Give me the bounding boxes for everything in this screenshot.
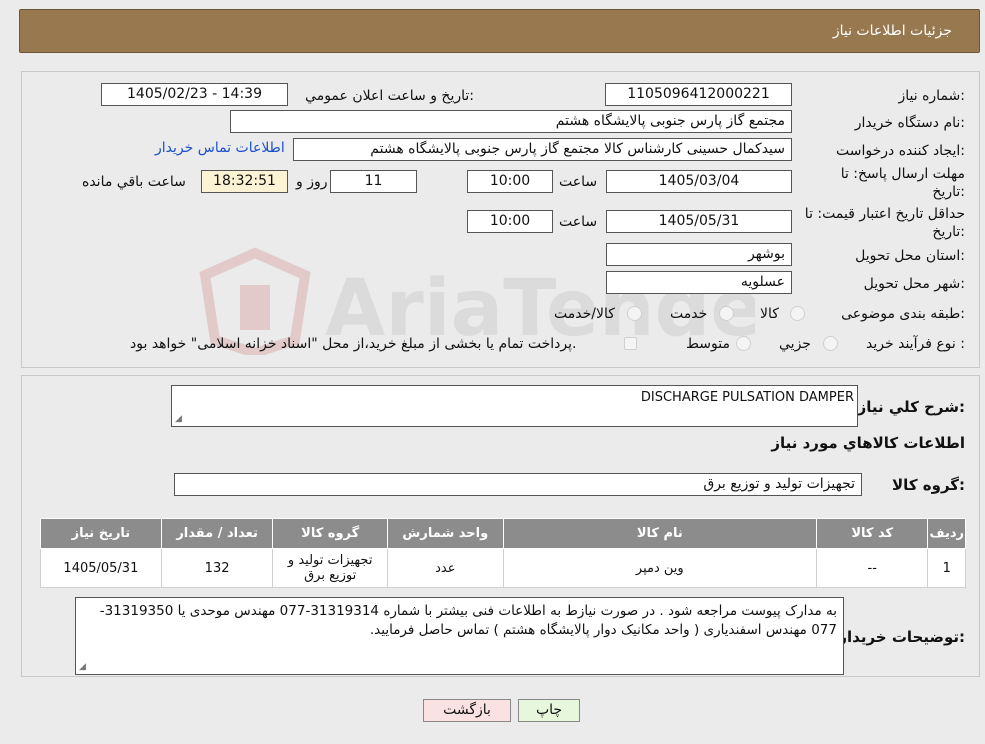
col-name: نام کالا	[502, 518, 817, 549]
col-group: گروه کالا	[272, 518, 388, 549]
resize-grip-icon: ◢	[175, 414, 182, 424]
table-header-row: ردیف کد کالا نام کالا واحد شمارش گروه کا…	[40, 518, 966, 549]
col-row: ردیف	[927, 518, 966, 549]
category-service-radio[interactable]	[719, 306, 734, 321]
remaining-label: ساعت باقي مانده	[82, 174, 186, 190]
items-title: اطلاعات کالاهاي مورد نیاز	[771, 434, 965, 452]
resize-grip-icon: ◢	[79, 662, 86, 672]
days-label: روز و	[296, 174, 328, 190]
treasury-note: پرداخت تمام یا بخشی از مبلغ خرید،از محل …	[130, 336, 577, 352]
process-minor-radio[interactable]	[823, 336, 838, 351]
notes-label: توضیحات خریدار:	[838, 628, 965, 646]
summary-label: شرح کلي نیاز:	[857, 398, 965, 416]
group-label: گروه کالا:	[892, 476, 965, 494]
summary-textarea[interactable]: DISCHARGE PULSATION DAMPER ◢	[171, 385, 858, 427]
print-button[interactable]: چاپ	[518, 699, 580, 722]
notes-text: به مدارک پیوست مراجعه شود . در صورت نیاز…	[99, 603, 837, 638]
process-label: نوع فرآیند خرید :	[866, 336, 965, 352]
col-date: تاریخ نیاز	[40, 518, 162, 549]
summary-text: DISCHARGE PULSATION DAMPER	[640, 390, 854, 405]
cell-group: تجهیزات تولید و توزیع برق	[272, 548, 388, 588]
validity-label-2: تاریخ:	[932, 224, 965, 240]
validity-date-field: 1405/05/31	[606, 210, 792, 233]
creator-field: سیدکمال حسینی کارشناس کالا مجتمع گاز پار…	[293, 138, 792, 161]
back-button[interactable]: بازگشت	[423, 699, 511, 722]
category-label: طبقه بندی موضوعی:	[841, 306, 965, 322]
announce-label: تاریخ و ساعت اعلان عمومي:	[305, 88, 474, 104]
buyer-org-field: مجتمع گاز پارس جنوبی پالایشگاه هشتم	[230, 110, 792, 133]
deadline-label: مهلت ارسال پاسخ: تا	[840, 166, 965, 182]
page-title: جزئیات اطلاعات نیاز	[832, 23, 952, 39]
buyer-contact-link[interactable]: اطلاعات تماس خریدار	[155, 140, 285, 156]
deadline-label-2: تاریخ:	[932, 184, 965, 200]
items-table: ردیف کد کالا نام کالا واحد شمارش گروه کا…	[40, 518, 966, 588]
category-both-radio[interactable]	[627, 306, 642, 321]
validity-label: حداقل تاریخ اعتبار قیمت: تا	[804, 206, 965, 222]
category-goods-radio[interactable]	[790, 306, 805, 321]
remaining-time-field: 18:32:51	[201, 170, 288, 193]
cell-group-line2: توزیع برق	[304, 568, 357, 583]
cell-unit: عدد	[386, 548, 504, 588]
need-number-field: 1105096412000221	[605, 83, 792, 106]
cell-code: --	[815, 548, 929, 588]
process-medium-label: متوسط	[686, 336, 730, 352]
notes-textarea[interactable]: به مدارک پیوست مراجعه شود . در صورت نیاز…	[75, 597, 844, 675]
table-row: 1 -- وین دمپر عدد تجهیزات تولید و توزیع …	[40, 548, 966, 588]
process-medium-radio[interactable]	[736, 336, 751, 351]
deadline-time-field: 10:00	[467, 170, 553, 193]
need-number-label: شماره نیاز:	[898, 88, 965, 104]
cell-row: 1	[927, 548, 966, 588]
announce-field: 1405/02/23 - 14:39	[101, 83, 288, 106]
cell-group-line1: تجهیزات تولید و	[287, 553, 373, 568]
treasury-checkbox[interactable]	[624, 337, 637, 350]
group-field: تجهیزات تولید و توزیع برق	[174, 473, 862, 496]
validity-time-label: ساعت	[559, 214, 598, 230]
category-both-label: کالا/خدمت	[554, 306, 615, 322]
city-label: شهر محل تحویل:	[863, 276, 965, 292]
category-goods-label: کالا	[760, 306, 779, 322]
deadline-date-field: 1405/03/04	[606, 170, 792, 193]
province-field: بوشهر	[606, 243, 792, 266]
cell-name: وین دمپر	[502, 548, 817, 588]
col-qty: تعداد / مقدار	[160, 518, 274, 549]
days-remaining-field: 11	[330, 170, 417, 193]
buyer-org-label: نام دستگاه خریدار:	[854, 115, 965, 131]
validity-time-field: 10:00	[467, 210, 553, 233]
deadline-time-label: ساعت	[559, 174, 598, 190]
cell-date: 1405/05/31	[40, 548, 162, 588]
page-header: جزئیات اطلاعات نیاز	[19, 9, 980, 53]
col-unit: واحد شمارش	[386, 518, 504, 549]
category-service-label: خدمت	[670, 306, 708, 322]
cell-qty: 132	[160, 548, 274, 588]
creator-label: ایجاد کننده درخواست:	[836, 143, 965, 159]
city-field: عسلویه	[606, 271, 792, 294]
process-minor-label: جزيي	[779, 336, 811, 352]
province-label: استان محل تحویل:	[855, 248, 965, 264]
col-code: کد کالا	[815, 518, 929, 549]
